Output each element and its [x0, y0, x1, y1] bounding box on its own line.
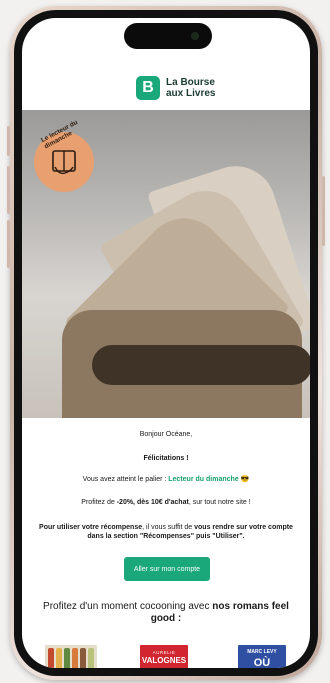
email-screen: B La Bourse aux Livres Le lecteur du dim… — [22, 18, 310, 668]
level-text: Vous avez atteint le palier : Lecteur du… — [22, 475, 310, 483]
offer-suffix: , sur tout notre site ! — [188, 499, 251, 506]
book-stripe — [48, 648, 54, 668]
brand-name-line1: La Bourse — [166, 77, 215, 88]
promo-text: Profitez d'un moment cocooning avec nos … — [30, 601, 302, 625]
promo-prefix: Profitez d'un moment cocooning avec — [43, 601, 213, 612]
phone-volume-down — [7, 220, 10, 268]
phone-frame: B La Bourse aux Livres Le lecteur du dim… — [7, 6, 325, 680]
offer-discount: -20%, dès 10€ d'achat — [116, 499, 189, 506]
book-3-author: MARC LEVY — [247, 649, 277, 655]
usage-middle: , il vous suffit de — [142, 524, 195, 531]
emoji-icon: 😎 — [240, 476, 250, 483]
book-stripe — [80, 648, 86, 668]
brand-name-line2: aux Livres — [166, 88, 216, 99]
book-cover-3[interactable]: MARC LEVY OÙ — [238, 645, 286, 668]
book-2-author: AURELIE — [152, 650, 176, 655]
level-prefix: Vous avez atteint le palier : — [82, 476, 169, 483]
book-stripe — [72, 648, 78, 668]
phone-power-button — [322, 176, 325, 246]
account-button[interactable]: Aller sur mon compte — [124, 557, 210, 581]
book-cover-2[interactable]: AURELIE VALOGNES — [140, 645, 188, 668]
book-stripe — [56, 648, 62, 668]
book-3-title: OÙ — [253, 657, 271, 668]
usage-text: Pour utiliser votre récompense, il vous … — [32, 523, 300, 541]
phone-volume-up — [7, 166, 10, 214]
book-shadow-shape — [92, 345, 310, 385]
dynamic-island — [124, 23, 212, 49]
congrats-text: Félicitations ! — [143, 455, 189, 462]
reader-badge: Le lecteur du dimanche — [34, 119, 94, 192]
hero-image: Le lecteur du dimanche — [22, 110, 310, 418]
reading-icon — [52, 150, 76, 175]
greeting-text: Bonjour Océane, — [139, 431, 193, 438]
offer-prefix: Profitez de — [81, 499, 117, 506]
book-cover-1[interactable] — [45, 645, 97, 668]
brand-logo-icon: B — [136, 76, 160, 100]
book-stripe — [88, 648, 94, 668]
camera-icon — [191, 32, 199, 40]
brand-header[interactable]: B La Bourse aux Livres — [136, 76, 215, 100]
usage-bold-1: Pour utiliser votre récompense — [39, 524, 143, 531]
book-stripe — [64, 648, 70, 668]
offer-text: Profitez de -20%, dès 10€ d'achat, sur t… — [22, 499, 310, 506]
brand-name: La Bourse aux Livres — [166, 77, 215, 99]
level-name: Lecteur du dimanche — [168, 476, 239, 483]
phone-side-button — [7, 126, 10, 156]
book-2-title: VALOGNES — [141, 656, 187, 665]
